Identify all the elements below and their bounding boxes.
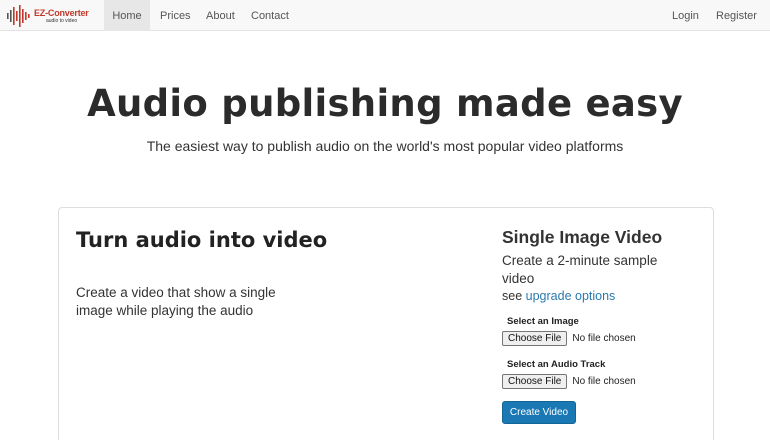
panel-description: Create a video that show a single image …	[76, 285, 276, 318]
nav-login[interactable]: Login	[662, 0, 709, 31]
upgrade-prefix: see	[502, 289, 523, 303]
nav-register[interactable]: Register	[706, 0, 767, 31]
create-video-button[interactable]: Create Video	[502, 401, 576, 424]
brand-tagline: audio to video	[46, 17, 78, 24]
image-file-status: No file chosen	[572, 333, 636, 344]
form-title: Single Image Video	[502, 227, 663, 247]
panel-title: Turn audio into video	[76, 228, 328, 252]
choose-image-button[interactable]: Choose File	[502, 331, 568, 346]
waveform-icon	[7, 5, 30, 27]
hero-title: Audio publishing made easy	[87, 82, 683, 125]
hero-subtitle: The easiest way to publish audio on the …	[146, 138, 624, 154]
audio-file-status: No file chosen	[572, 376, 636, 387]
brand-name: EZ-Converter	[34, 7, 89, 18]
form-description: Create a 2-minute sample video	[502, 253, 658, 286]
audio-file-input: Choose File No file chosen	[502, 374, 636, 389]
nav-home[interactable]: Home	[104, 0, 150, 31]
image-file-input: Choose File No file chosen	[502, 331, 636, 346]
audio-field-label: Select an Audio Track	[507, 359, 606, 370]
nav-prices[interactable]: Prices	[150, 0, 201, 31]
nav-contact[interactable]: Contact	[241, 0, 299, 31]
brand-logo[interactable]: EZ-Converter audio to video	[6, 5, 89, 27]
upgrade-line: see upgrade options	[502, 289, 615, 303]
feature-panel: Turn audio into video Create a video tha…	[58, 207, 714, 440]
image-field-label: Select an Image	[507, 316, 579, 327]
nav-about[interactable]: About	[196, 0, 245, 31]
upgrade-options-link[interactable]: upgrade options	[526, 289, 616, 303]
choose-audio-button[interactable]: Choose File	[502, 374, 568, 389]
navbar: EZ-Converter audio to video Home Prices …	[0, 0, 770, 31]
